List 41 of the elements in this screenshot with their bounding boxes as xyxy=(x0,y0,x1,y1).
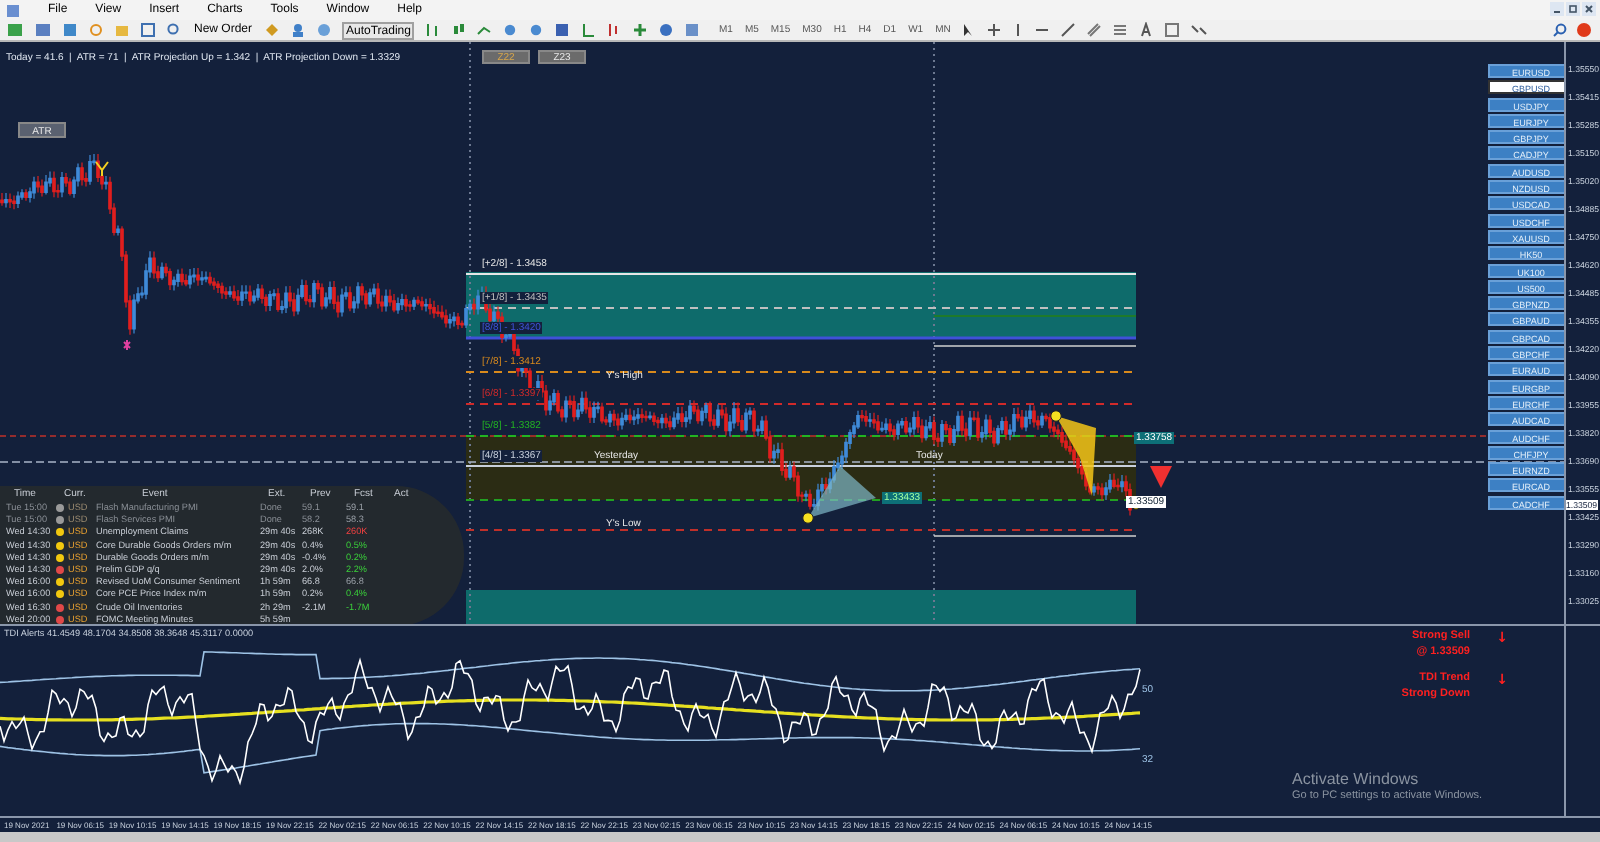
candles-icon[interactable] xyxy=(450,22,467,38)
candlesticks-drawing xyxy=(288,279,336,317)
close-icon[interactable] xyxy=(1582,2,1596,16)
templates-icon[interactable] xyxy=(684,22,701,38)
text-label-icon[interactable] xyxy=(1164,22,1181,38)
search-icon[interactable] xyxy=(1552,22,1568,38)
harmonic-pattern-drawing xyxy=(808,466,876,518)
pattern-point-icon xyxy=(1050,410,1062,422)
activation-title: Activate Windows xyxy=(1292,770,1419,788)
fractal-marker-icon xyxy=(95,161,109,177)
pattern-point-icon xyxy=(802,512,814,524)
profiles-icon[interactable] xyxy=(34,22,52,38)
window-icon[interactable] xyxy=(140,22,156,38)
fibonacci-icon[interactable] xyxy=(1112,22,1129,38)
line-chart-icon[interactable] xyxy=(476,22,493,38)
restore-icon[interactable] xyxy=(1566,2,1580,16)
trendline-icon[interactable] xyxy=(1060,22,1077,38)
person-icon[interactable] xyxy=(290,22,307,38)
candlesticks-drawing xyxy=(912,410,960,448)
sell-arrow-icon xyxy=(1150,466,1172,488)
bar-chart-icon[interactable] xyxy=(424,22,441,38)
tile-windows-icon[interactable] xyxy=(554,22,571,38)
candlesticks-drawing xyxy=(336,281,384,319)
candlesticks-drawing xyxy=(960,409,1008,448)
candlesticks-drawing xyxy=(240,283,288,314)
autoscroll-icon[interactable] xyxy=(580,22,597,38)
indicators-icon[interactable] xyxy=(632,22,649,38)
harmonic-pattern-drawing xyxy=(1056,416,1096,496)
candlesticks-drawing xyxy=(192,267,240,306)
candlesticks-drawing xyxy=(0,174,48,210)
notification-icon[interactable] xyxy=(1576,22,1592,38)
vertical-line-icon[interactable] xyxy=(1012,22,1025,38)
new-chart-icon[interactable] xyxy=(6,22,24,38)
star-marker-icon xyxy=(123,339,131,351)
candlesticks-drawing xyxy=(672,399,720,431)
minimize-icon[interactable] xyxy=(1550,2,1564,16)
navigator-icon[interactable] xyxy=(62,22,78,38)
chart-shift-icon[interactable] xyxy=(606,22,623,38)
text-tool-icon[interactable] xyxy=(1138,22,1155,38)
arrows-icon[interactable] xyxy=(1190,22,1211,38)
app-icon xyxy=(6,3,20,17)
